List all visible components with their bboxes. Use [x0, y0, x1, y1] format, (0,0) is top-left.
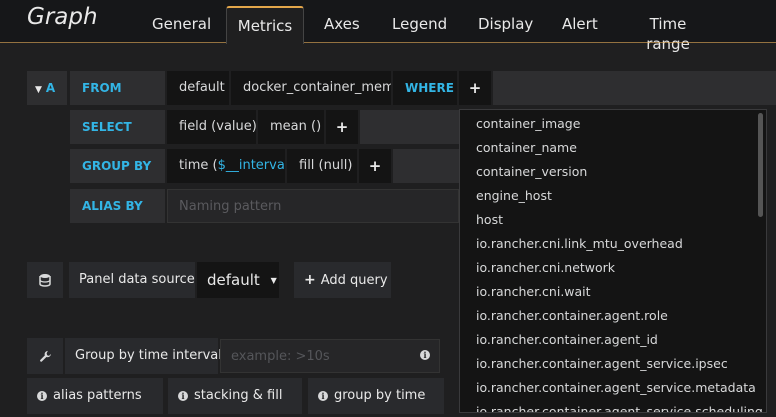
group-by-time[interactable]: time ($__interval) — [167, 149, 285, 183]
add-query-button[interactable]: + Add query — [294, 262, 391, 298]
wrench-icon-box — [27, 338, 63, 374]
from-keyword: FROM — [70, 71, 165, 105]
caret-down-icon: ▼ — [35, 85, 42, 95]
caret-down-icon: ▼ — [270, 275, 277, 285]
stacking-fill-label: stacking & fill — [194, 388, 283, 403]
group-by-time-label: group by time — [334, 388, 426, 403]
dropdown-item[interactable]: host — [460, 208, 766, 232]
query-ref-id: A — [45, 81, 56, 95]
panel-title: Graph — [27, 4, 98, 30]
info-icon: i — [318, 390, 328, 401]
dropdown-item[interactable]: engine_host — [460, 184, 766, 208]
group-by-interval-input[interactable] — [220, 339, 440, 373]
dropdown-item[interactable]: container_image — [460, 112, 766, 136]
from-row-filler — [493, 71, 700, 105]
dropdown-item[interactable]: io.rancher.container.agent_service.metad… — [460, 376, 766, 400]
tab-general[interactable]: General — [152, 14, 211, 34]
tab-time-range[interactable]: Time range — [630, 14, 706, 53]
tab-metrics[interactable]: Metrics — [226, 6, 304, 44]
tab-axes[interactable]: Axes — [324, 14, 360, 34]
select-field[interactable]: field (value) — [167, 110, 256, 144]
tab-legend[interactable]: Legend — [392, 14, 447, 34]
select-row-filler — [360, 110, 459, 144]
datasource-select[interactable]: default ▼ — [197, 262, 279, 298]
panel-editor-header: Graph General Metrics Axes Legend Displa… — [0, 0, 776, 53]
group-time-prefix: time ( — [179, 158, 218, 173]
group-by-fill[interactable]: fill (null) — [287, 149, 357, 183]
tab-alert[interactable]: Alert — [562, 14, 598, 34]
group-by-interval-label: Group by time interval — [65, 338, 222, 374]
alias-by-keyword: ALIAS BY — [70, 189, 165, 223]
info-icon[interactable]: i — [420, 350, 430, 360]
database-icon-box — [27, 262, 63, 298]
alias-patterns-label: alias patterns — [53, 388, 142, 403]
dropdown-item[interactable]: io.rancher.cni.wait — [460, 280, 766, 304]
dropdown-item[interactable]: io.rancher.container.agent_id — [460, 328, 766, 352]
group-time-interval-var: $__interval — [217, 158, 285, 173]
group-by-time-button[interactable]: i group by time — [308, 378, 444, 414]
measurement-select[interactable]: docker_container_mem — [231, 71, 391, 105]
database-icon — [39, 274, 51, 287]
where-keyword: WHERE — [393, 71, 457, 105]
group-by-keyword: GROUP BY — [70, 149, 165, 183]
query-collapse-toggle[interactable]: ▼ A — [27, 71, 67, 105]
alias-patterns-button[interactable]: i alias patterns — [27, 378, 163, 414]
add-query-label: Add query — [320, 273, 388, 288]
where-tag-dropdown[interactable]: container_image container_name container… — [459, 109, 767, 413]
datasource-value: default — [207, 271, 260, 289]
info-icon: i — [37, 390, 47, 401]
dropdown-scrollbar[interactable] — [758, 113, 763, 217]
add-where-button[interactable]: + — [459, 71, 491, 105]
info-icon: i — [178, 390, 188, 401]
dropdown-item[interactable]: io.rancher.cni.link_mtu_overhead — [460, 232, 766, 256]
select-keyword: SELECT — [70, 110, 165, 144]
wrench-icon — [39, 350, 51, 362]
from-row-filler-right — [700, 71, 776, 105]
dropdown-item[interactable]: container_name — [460, 136, 766, 160]
retention-policy-select[interactable]: default — [167, 71, 229, 105]
add-group-by-button[interactable]: + — [359, 149, 391, 183]
panel-data-source-label: Panel data source — [69, 262, 195, 298]
tab-display[interactable]: Display — [478, 14, 533, 34]
stacking-fill-button[interactable]: i stacking & fill — [168, 378, 302, 414]
dropdown-item[interactable]: io.rancher.container.agent.role — [460, 304, 766, 328]
add-select-button[interactable]: + — [326, 110, 358, 144]
group-row-filler — [393, 149, 459, 183]
alias-by-input[interactable] — [167, 189, 459, 223]
dropdown-item[interactable]: io.rancher.cni.network — [460, 256, 766, 280]
dropdown-item[interactable]: io.rancher.container.agent_service.ipsec — [460, 352, 766, 376]
plus-icon: + — [304, 272, 316, 288]
dropdown-item[interactable]: container_version — [460, 160, 766, 184]
dropdown-item[interactable]: io.rancher.container.agent_service.sched… — [460, 400, 766, 412]
select-function[interactable]: mean () — [258, 110, 324, 144]
